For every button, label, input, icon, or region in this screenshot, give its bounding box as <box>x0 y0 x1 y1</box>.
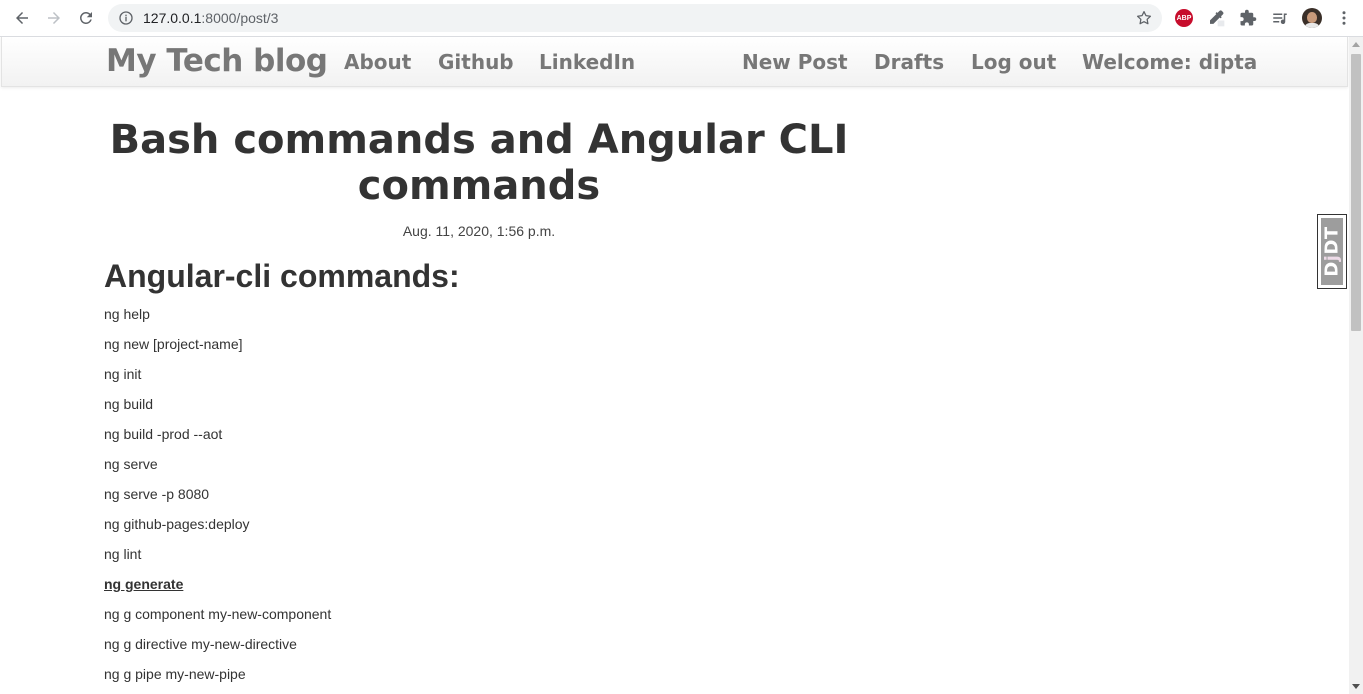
list-item: ng github-pages:deploy <box>104 516 250 532</box>
kebab-menu-icon <box>1342 11 1346 25</box>
djdt-logo: DjDT <box>1321 218 1343 285</box>
post-date: Aug. 11, 2020, 1:56 p.m. <box>402 223 556 239</box>
address-bar[interactable]: 127.0.0.1:8000/post/3 <box>108 4 1162 32</box>
nav-link-linkedin[interactable]: LinkedIn <box>539 50 635 74</box>
bookmark-star-icon[interactable] <box>1135 9 1153 27</box>
page-viewport: My Tech blog About Github LinkedIn New P… <box>0 37 1349 694</box>
back-button[interactable] <box>10 6 34 30</box>
caret-up-icon <box>1352 42 1360 47</box>
list-item: ng build -prod --aot <box>104 426 223 442</box>
scroll-up-button[interactable] <box>1349 37 1363 51</box>
brand-link[interactable]: My Tech blog <box>106 43 328 79</box>
command-list: ng help ng new [project-name] ng init ng… <box>104 306 331 694</box>
djdt-label: DjDT <box>1321 226 1343 277</box>
list-item: ng new [project-name] <box>104 336 243 352</box>
eyedropper-icon <box>1210 10 1225 27</box>
url-text: 127.0.0.1:8000/post/3 <box>143 10 279 26</box>
forward-button[interactable] <box>42 6 66 30</box>
django-debug-toolbar-handle[interactable]: DjDT <box>1317 214 1347 289</box>
reading-list-icon <box>1273 13 1287 25</box>
list-item: ng serve <box>104 456 158 472</box>
info-icon[interactable] <box>118 10 134 26</box>
nav-link-github[interactable]: Github <box>438 50 514 74</box>
vertical-scrollbar[interactable] <box>1349 37 1363 694</box>
extensions-button[interactable] <box>1238 8 1258 28</box>
browser-menu-button[interactable] <box>1334 8 1354 28</box>
adblock-plus-icon: ABP <box>1175 9 1193 27</box>
arrow-right-icon <box>48 12 60 24</box>
section-heading: Angular-cli commands: <box>104 258 460 294</box>
scrollbar-thumb[interactable] <box>1351 54 1361 331</box>
reading-list-button[interactable] <box>1270 8 1290 28</box>
reload-button[interactable] <box>74 6 98 30</box>
list-item: ng g directive my-new-directive <box>104 636 297 652</box>
browser-toolbar: 127.0.0.1:8000/post/3 ABP <box>0 0 1363 37</box>
scroll-down-button[interactable] <box>1349 680 1363 694</box>
site-navbar: My Tech blog About Github LinkedIn New P… <box>1 37 1348 87</box>
arrow-left-icon <box>16 12 28 24</box>
list-item: ng init <box>104 366 142 382</box>
post-title: Bash commands and Angular CLI commands <box>109 117 849 209</box>
list-item: ng build <box>104 396 154 412</box>
welcome-user-text: Welcome: dipta <box>1082 50 1258 74</box>
profile-button[interactable] <box>1302 8 1322 28</box>
list-item: ng serve -p 8080 <box>104 486 210 502</box>
adblock-plus-extension[interactable]: ABP <box>1174 8 1194 28</box>
caret-down-icon <box>1352 684 1360 689</box>
nav-link-about[interactable]: About <box>344 50 411 74</box>
list-item: ng help <box>104 306 150 322</box>
nav-link-drafts[interactable]: Drafts <box>874 50 944 74</box>
avatar <box>1302 8 1322 28</box>
extensions-puzzle-icon <box>1240 9 1257 26</box>
reload-icon <box>79 11 92 24</box>
list-item: ng lint <box>104 546 142 562</box>
eyedropper-extension[interactable] <box>1206 8 1226 28</box>
list-item: ng g component my-new-component <box>104 606 332 622</box>
nav-link-log-out[interactable]: Log out <box>971 50 1056 74</box>
list-item: ng g pipe my-new-pipe <box>104 666 246 682</box>
nav-link-new-post[interactable]: New Post <box>742 50 848 74</box>
list-item-strong: ng generate <box>104 576 184 592</box>
